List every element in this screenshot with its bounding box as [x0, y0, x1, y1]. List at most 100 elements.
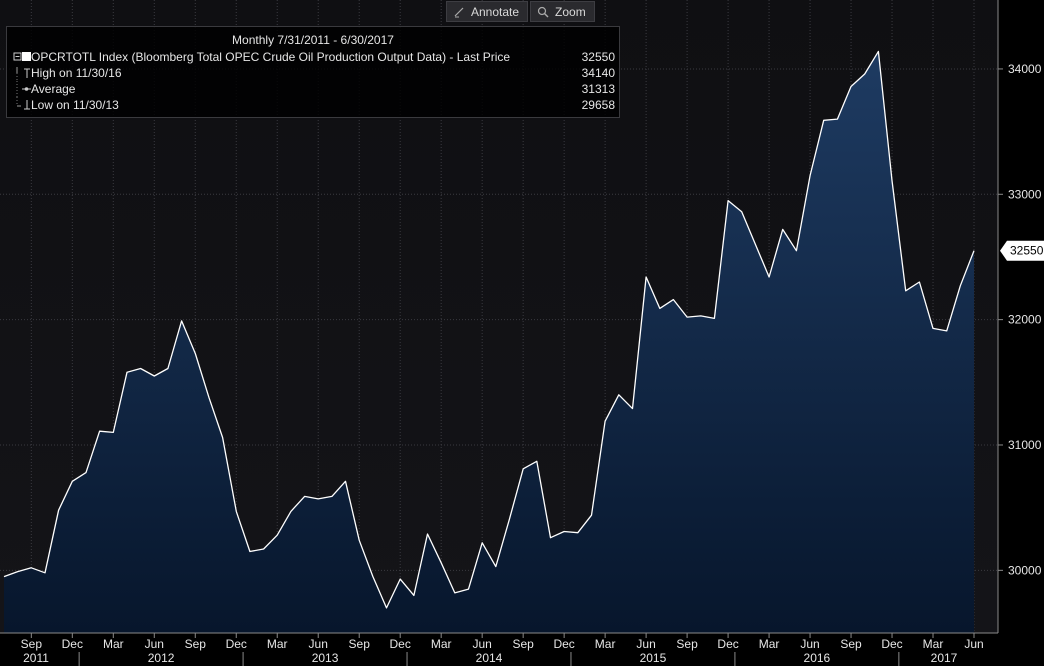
legend-high-label: High on 11/30/16 [31, 66, 122, 80]
x-tick-label: Jun [964, 637, 983, 651]
data-point[interactable] [248, 550, 251, 553]
data-point[interactable] [166, 367, 169, 370]
legend-title: Monthly 7/31/2011 - 6/30/2017 [232, 33, 394, 47]
zoom-label: Zoom [555, 4, 586, 19]
legend-series-label: OPCRTOTL Index (Bloomberg Total OPEC Cru… [31, 50, 511, 64]
data-point[interactable] [918, 280, 921, 283]
data-point[interactable] [262, 547, 265, 550]
legend-row-average[interactable]: Average 31313 [13, 81, 615, 97]
data-point[interactable] [371, 575, 374, 578]
data-point[interactable] [194, 352, 197, 355]
data-point[interactable] [522, 467, 525, 470]
data-point[interactable] [740, 210, 743, 213]
legend-row-series[interactable]: OPCRTOTL Index (Bloomberg Total OPEC Cru… [13, 49, 615, 65]
data-point[interactable] [631, 407, 634, 410]
legend-row-high[interactable]: High on 11/30/16 34140 [13, 65, 615, 81]
legend-average-value: 31313 [581, 82, 615, 96]
data-point[interactable] [399, 578, 402, 581]
x-tick-label: Sep [21, 637, 43, 651]
data-point[interactable] [822, 119, 825, 122]
x-tick-label: Jun [145, 637, 164, 651]
data-point[interactable] [726, 199, 729, 202]
data-point[interactable] [317, 497, 320, 500]
zoom-button[interactable]: Zoom [530, 1, 595, 22]
data-point[interactable] [453, 591, 456, 594]
data-point[interactable] [945, 329, 948, 332]
data-point[interactable] [358, 539, 361, 542]
data-point[interactable] [904, 289, 907, 292]
legend-row-low[interactable]: Low on 11/30/13 29658 [13, 97, 615, 113]
data-point[interactable] [576, 531, 579, 534]
data-point[interactable] [959, 284, 962, 287]
data-point[interactable] [153, 374, 156, 377]
data-point[interactable] [43, 571, 46, 574]
data-point[interactable] [71, 480, 74, 483]
data-point[interactable] [112, 431, 115, 434]
chart-toolbar: Annotate Zoom [446, 1, 595, 22]
data-point[interactable] [877, 50, 880, 53]
data-point[interactable] [98, 430, 101, 433]
data-point[interactable] [330, 495, 333, 498]
chart-legend: Monthly 7/31/2011 - 6/30/2017 OPCRTOTL I… [6, 26, 620, 118]
data-point[interactable] [412, 594, 415, 597]
data-point[interactable] [658, 307, 661, 310]
data-point[interactable] [713, 317, 716, 320]
data-point[interactable] [481, 541, 484, 544]
data-point[interactable] [30, 566, 33, 569]
data-point[interactable] [604, 420, 607, 423]
x-tick-label: Dec [390, 637, 411, 651]
data-point[interactable] [494, 565, 497, 568]
pencil-icon [454, 7, 464, 17]
data-point[interactable] [440, 561, 443, 564]
data-point[interactable] [849, 85, 852, 88]
data-point[interactable] [931, 327, 934, 330]
data-point[interactable] [563, 530, 566, 533]
data-point[interactable] [180, 319, 183, 322]
data-point[interactable] [467, 588, 470, 591]
data-point[interactable] [645, 275, 648, 278]
data-point[interactable] [672, 298, 675, 301]
annotate-button[interactable]: Annotate [446, 1, 529, 22]
y-tick-label: 30000 [1008, 563, 1042, 577]
data-point[interactable] [344, 480, 347, 483]
data-point[interactable] [808, 174, 811, 177]
data-point[interactable] [125, 371, 128, 374]
y-axis: 30000 31000 32000 33000 34000 [998, 62, 1042, 577]
data-point[interactable] [289, 510, 292, 513]
data-point[interactable] [84, 471, 87, 474]
x-tick-label: Sep [512, 637, 534, 651]
data-point[interactable] [2, 575, 5, 578]
x-year-label: 2013 [312, 651, 339, 665]
data-point[interactable] [57, 509, 60, 512]
data-point[interactable] [276, 534, 279, 537]
data-point[interactable] [535, 460, 538, 463]
data-point[interactable] [863, 72, 866, 75]
data-point[interactable] [890, 179, 893, 182]
data-point[interactable] [221, 436, 224, 439]
data-point[interactable] [590, 514, 593, 517]
data-point[interactable] [836, 117, 839, 120]
data-point[interactable] [617, 393, 620, 396]
y-tick-label: 33000 [1008, 187, 1042, 201]
data-point[interactable] [385, 606, 388, 609]
data-point[interactable] [16, 570, 19, 573]
data-point[interactable] [207, 396, 210, 399]
data-point[interactable] [699, 314, 702, 317]
data-point[interactable] [303, 495, 306, 498]
data-point[interactable] [426, 532, 429, 535]
data-point[interactable] [781, 228, 784, 231]
data-point[interactable] [508, 517, 511, 520]
data-point[interactable] [795, 249, 798, 252]
legend-low-label: Low on 11/30/13 [31, 98, 119, 112]
x-year-label: 2014 [476, 651, 503, 665]
data-point[interactable] [685, 316, 688, 319]
x-tick-label: Sep [185, 637, 207, 651]
data-point[interactable] [549, 536, 552, 539]
data-point[interactable] [235, 510, 238, 513]
data-point[interactable] [972, 249, 975, 252]
data-point[interactable] [139, 367, 142, 370]
data-point[interactable] [754, 243, 757, 246]
y-tick-label: 34000 [1008, 62, 1042, 76]
x-tick-label: Dec [226, 637, 247, 651]
data-point[interactable] [767, 275, 770, 278]
